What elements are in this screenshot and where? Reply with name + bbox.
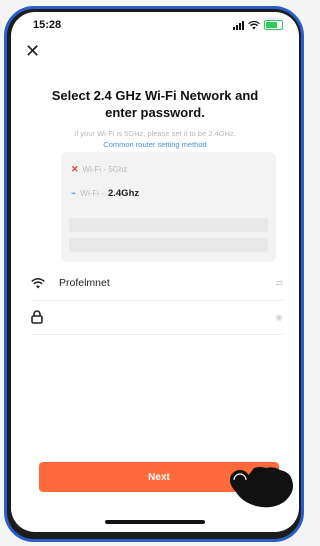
lock-icon <box>31 310 43 324</box>
app-screen: 15:28 ✕ Select 2.4 GHz Wi-Fi Network and… <box>11 12 299 532</box>
band-hint: If your Wi-Fi is 5GHz, please set it to … <box>21 128 289 150</box>
example-blur-row <box>69 238 268 252</box>
signal-icon <box>233 20 244 30</box>
home-indicator <box>105 520 205 524</box>
example-wrong-label: Wi-Fi - 5Ghz <box>82 165 128 174</box>
right-mark-icon: ⌁ <box>71 188 77 198</box>
show-password-icon[interactable]: ◉ <box>275 312 283 323</box>
switch-network-icon[interactable]: ⇄ <box>275 278 283 289</box>
pointing-hand-icon <box>230 467 293 508</box>
example-wrong-row: ✕ Wi-Fi - 5Ghz <box>71 164 127 175</box>
wrong-mark-icon: ✕ <box>71 164 79 174</box>
band-hint-text: If your Wi-Fi is 5GHz, please set it to … <box>74 129 236 138</box>
status-bar: 15:28 <box>11 12 299 38</box>
example-blur-row <box>69 218 268 232</box>
page-title: Select 2.4 GHz Wi-Fi Network and enter p… <box>31 87 279 121</box>
password-field[interactable]: ◉ <box>31 300 283 335</box>
router-setting-link[interactable]: Common router setting method <box>21 139 289 150</box>
battery-icon <box>264 20 283 30</box>
status-time: 15:28 <box>33 19 62 31</box>
wifi-name-value: Profelmnet <box>59 277 110 289</box>
example-right-row: ⌁ Wi-Fi - 2.4Ghz <box>71 188 139 199</box>
network-example-card: ✕ Wi-Fi - 5Ghz ⌁ Wi-Fi - 2.4Ghz <box>61 152 276 262</box>
close-button[interactable]: ✕ <box>25 42 40 60</box>
wifi-name-field[interactable]: Profelmnet ⇄ <box>31 266 283 301</box>
title-line-1: Select 2.4 GHz Wi-Fi Network and <box>51 88 259 103</box>
status-icons <box>233 20 283 30</box>
title-line-2: enter password. <box>105 105 205 120</box>
example-right-prefix: Wi-Fi - <box>80 189 104 198</box>
wifi-status-icon <box>248 20 260 29</box>
example-right-band: 2.4Ghz <box>107 188 140 199</box>
wifi-icon <box>31 277 45 288</box>
